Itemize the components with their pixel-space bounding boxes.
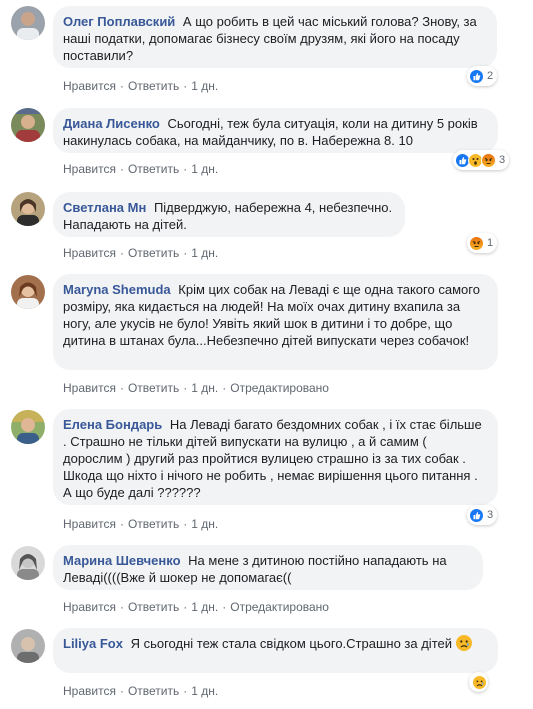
like-link[interactable]: Нравится bbox=[63, 79, 116, 93]
avatar[interactable] bbox=[11, 6, 45, 40]
like-reaction-icon bbox=[469, 68, 484, 84]
comment-bubble: Олег Поплавский А що робить в цей час мі… bbox=[53, 6, 497, 68]
angry-reaction-icon bbox=[469, 235, 484, 251]
reply-link[interactable]: Ответить bbox=[128, 381, 179, 395]
reaction-summary[interactable]: 1 bbox=[467, 233, 498, 253]
reply-link[interactable]: Ответить bbox=[128, 162, 179, 176]
comment-actions: Нравится · Ответить · 1 дн. bbox=[63, 517, 218, 531]
comment-actions: Нравится · Ответить · 1 дн. bbox=[63, 162, 218, 176]
comment-actions: Нравится · Ответить · 1 дн. bbox=[63, 79, 218, 93]
comment-actions: Нравится · Ответить · 1 дн. bbox=[63, 684, 218, 698]
reaction-summary[interactable] bbox=[469, 672, 488, 692]
timestamp[interactable]: 1 дн. bbox=[191, 381, 218, 395]
avatar[interactable] bbox=[11, 275, 45, 309]
separator: · bbox=[183, 517, 188, 531]
separator: · bbox=[119, 162, 124, 176]
sad-emoji-icon bbox=[455, 635, 472, 651]
avatar[interactable] bbox=[11, 410, 45, 444]
separator: · bbox=[222, 600, 227, 614]
like-link[interactable]: Нравится bbox=[63, 162, 116, 176]
avatar[interactable] bbox=[11, 546, 45, 580]
comment-actions: Нравится · Ответить · 1 дн. bbox=[63, 246, 218, 260]
like-link[interactable]: Нравится bbox=[63, 246, 116, 260]
comment-actions: Нравится · Ответить · 1 дн. · Отредактировано bbox=[63, 600, 329, 614]
reply-link[interactable]: Ответить bbox=[128, 517, 179, 531]
avatar[interactable] bbox=[11, 192, 45, 226]
separator: · bbox=[119, 246, 124, 260]
comment-author[interactable]: Liliya Fox bbox=[63, 636, 123, 651]
reaction-count: 1 bbox=[487, 237, 494, 249]
reaction-summary[interactable]: 2 bbox=[467, 66, 498, 86]
separator: · bbox=[183, 381, 188, 395]
separator: · bbox=[119, 517, 124, 531]
separator: · bbox=[183, 246, 188, 260]
reaction-count: 3 bbox=[499, 154, 506, 166]
timestamp[interactable]: 1 дн. bbox=[191, 162, 218, 176]
separator: · bbox=[183, 684, 188, 698]
reaction-count: 2 bbox=[487, 70, 494, 82]
reply-link[interactable]: Ответить bbox=[128, 79, 179, 93]
like-link[interactable]: Нравится bbox=[63, 381, 116, 395]
like-link[interactable]: Нравится bbox=[63, 684, 116, 698]
reaction-summary[interactable]: 3 bbox=[467, 505, 498, 525]
reply-link[interactable]: Ответить bbox=[128, 600, 179, 614]
comment-author[interactable]: Марина Шевченко bbox=[63, 553, 181, 568]
sad-reaction-icon bbox=[472, 674, 487, 690]
edited-label[interactable]: Отредактировано bbox=[230, 381, 329, 395]
angry-reaction-icon bbox=[481, 152, 496, 168]
avatar[interactable] bbox=[11, 108, 45, 142]
comment-bubble: Марина Шевченко На мене з дитиною постій… bbox=[53, 545, 483, 590]
edited-label[interactable]: Отредактировано bbox=[230, 600, 329, 614]
like-link[interactable]: Нравится bbox=[63, 517, 116, 531]
comment-text: Я сьогодні теж стала свідком цього.Страш… bbox=[130, 636, 452, 651]
reply-link[interactable]: Ответить bbox=[128, 684, 179, 698]
separator: · bbox=[119, 79, 124, 93]
comment-bubble: Maryna Shemuda Крім цих собак на Леваді … bbox=[53, 274, 498, 370]
comment-bubble: Liliya Fox Я сьогодні теж стала свідком … bbox=[53, 628, 498, 673]
separator: · bbox=[183, 162, 188, 176]
reply-link[interactable]: Ответить bbox=[128, 246, 179, 260]
comment-bubble: Светлана Мн Підверджую, набережна 4, неб… bbox=[53, 192, 405, 237]
separator: · bbox=[183, 79, 188, 93]
timestamp[interactable]: 1 дн. bbox=[191, 79, 218, 93]
comment-bubble: Диана Лисенко Сьогодні, теж була ситуаці… bbox=[53, 108, 498, 153]
reaction-summary[interactable]: 3 bbox=[453, 150, 510, 170]
like-reaction-icon bbox=[469, 507, 484, 523]
timestamp[interactable]: 1 дн. bbox=[191, 517, 218, 531]
timestamp[interactable]: 1 дн. bbox=[191, 684, 218, 698]
comment-author[interactable]: Maryna Shemuda bbox=[63, 282, 171, 297]
comment-author[interactable]: Светлана Мн bbox=[63, 200, 146, 215]
separator: · bbox=[119, 600, 124, 614]
comment-author[interactable]: Елена Бондарь bbox=[63, 417, 162, 432]
separator: · bbox=[222, 381, 227, 395]
comment-bubble: Елена Бондарь На Леваді багато бездомних… bbox=[53, 409, 498, 505]
comment-author[interactable]: Олег Поплавский bbox=[63, 14, 175, 29]
reaction-count: 3 bbox=[487, 509, 494, 521]
comment-actions: Нравится · Ответить · 1 дн. · Отредактировано bbox=[63, 381, 329, 395]
separator: · bbox=[119, 684, 124, 698]
timestamp[interactable]: 1 дн. bbox=[191, 246, 218, 260]
avatar[interactable] bbox=[11, 629, 45, 663]
like-link[interactable]: Нравится bbox=[63, 600, 116, 614]
separator: · bbox=[119, 381, 124, 395]
separator: · bbox=[183, 600, 188, 614]
comment-author[interactable]: Диана Лисенко bbox=[63, 116, 160, 131]
timestamp[interactable]: 1 дн. bbox=[191, 600, 218, 614]
